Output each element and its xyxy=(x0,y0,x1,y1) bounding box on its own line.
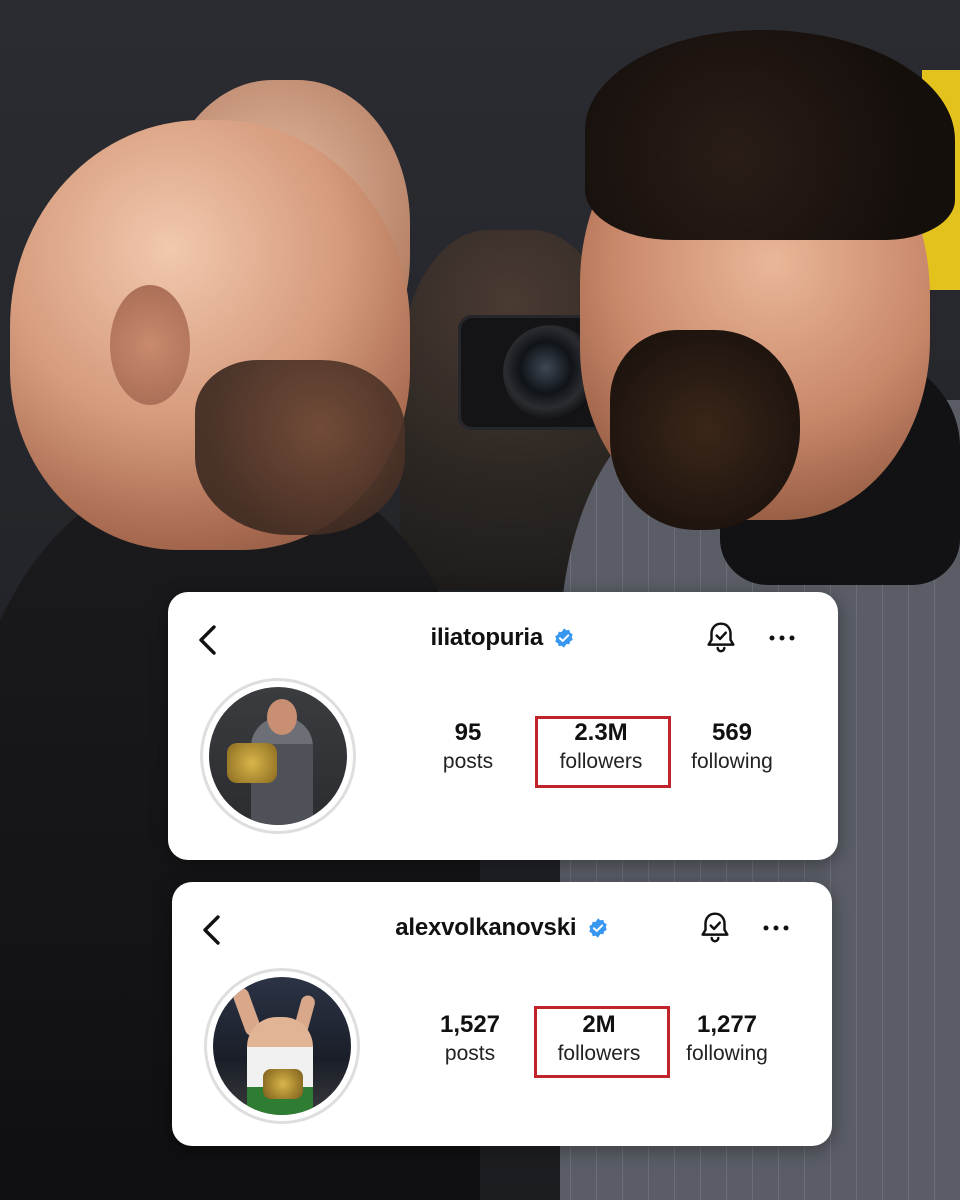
avatar xyxy=(209,687,347,825)
profile-card-alexvolkanovski: alexvolkanovski 1,527 posts 2M followers… xyxy=(172,882,832,1146)
username[interactable]: iliatopuria xyxy=(431,624,544,651)
followers-highlight-box xyxy=(534,1006,670,1078)
avatar-belt xyxy=(227,743,277,783)
profile-avatar-button[interactable] xyxy=(204,968,360,1124)
avatar xyxy=(213,977,351,1115)
posts-count: 1,527 xyxy=(439,1011,501,1038)
more-horizontal-icon xyxy=(763,925,789,931)
notifications-button[interactable] xyxy=(700,616,742,658)
following-count: 569 xyxy=(711,719,753,746)
left-fighter-ear xyxy=(110,285,190,405)
bell-check-icon xyxy=(701,912,729,943)
profile-card-iliatopuria: iliatopuria 95 posts 2.3M followers 569 … xyxy=(168,592,838,860)
posts-label: posts xyxy=(442,750,494,773)
more-options-button[interactable] xyxy=(762,620,802,656)
following-label: following xyxy=(686,1042,768,1065)
following-stat[interactable]: 1,277 following xyxy=(667,1010,787,1068)
more-options-button[interactable] xyxy=(756,910,796,946)
posts-label: posts xyxy=(444,1042,496,1065)
username[interactable]: alexvolkanovski xyxy=(395,914,576,941)
posts-count: 95 xyxy=(454,719,482,746)
right-fighter-hair xyxy=(585,30,955,240)
profile-avatar-button[interactable] xyxy=(200,678,356,834)
posts-stat[interactable]: 1,527 posts xyxy=(410,1010,530,1068)
bell-check-icon xyxy=(707,622,735,653)
followers-highlight-box xyxy=(535,716,671,788)
profile-header: alexvolkanovski xyxy=(172,902,832,958)
more-horizontal-icon xyxy=(769,635,795,641)
notifications-button[interactable] xyxy=(694,906,736,948)
following-stat[interactable]: 569 following xyxy=(672,718,792,776)
following-label: following xyxy=(691,750,773,773)
posts-stat[interactable]: 95 posts xyxy=(408,718,528,776)
avatar-face xyxy=(267,699,297,735)
profile-header: iliatopuria xyxy=(168,612,838,668)
verified-badge-icon xyxy=(589,918,607,938)
right-fighter-beard xyxy=(610,330,800,530)
avatar-belt xyxy=(263,1069,303,1099)
left-fighter-beard xyxy=(195,360,405,535)
verified-badge-icon xyxy=(555,628,574,648)
following-count: 1,277 xyxy=(696,1011,758,1038)
avatar-person xyxy=(247,1017,313,1115)
